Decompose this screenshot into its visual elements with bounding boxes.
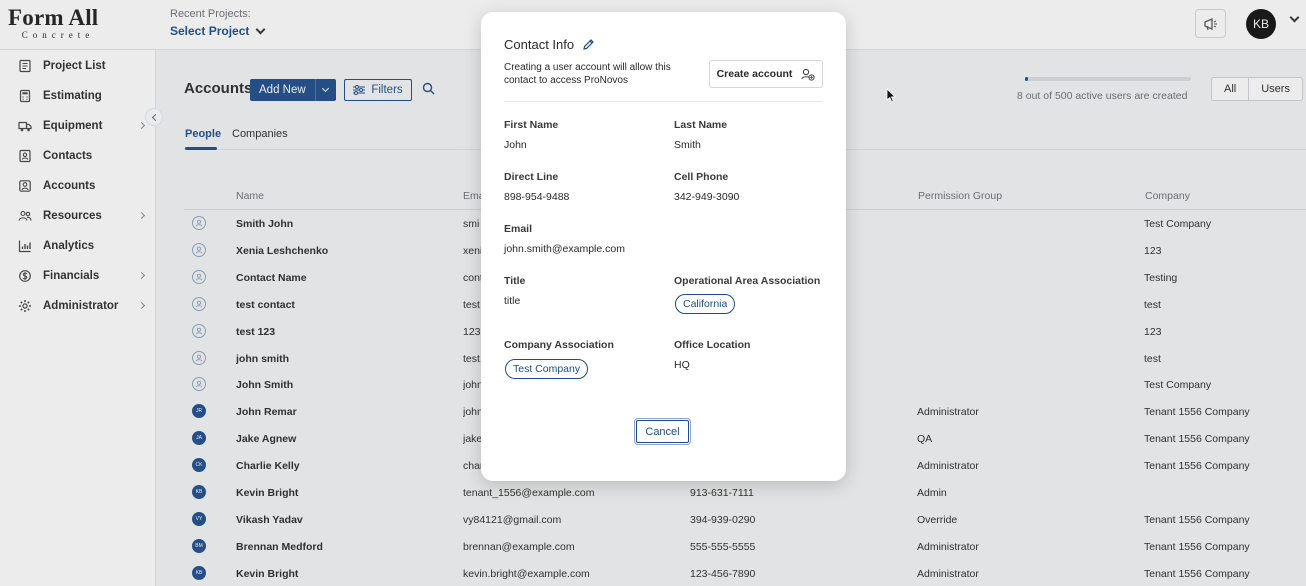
user-plus-icon (801, 68, 816, 81)
company-association-chip: Test Company (505, 359, 589, 379)
first-name-label: First Name (504, 119, 559, 131)
operational-area-label: Operational Area Association (674, 275, 821, 287)
title-value: title (504, 295, 521, 307)
email-label: Email (504, 223, 533, 235)
modal-divider (504, 101, 823, 102)
create-account-button[interactable]: Create account (709, 60, 823, 88)
create-account-label: Create account (716, 68, 793, 80)
sidebar-collapse-button[interactable] (145, 108, 163, 126)
modal-description: Creating a user account will allow this … (504, 62, 671, 86)
email-value: john.smith@example.com (504, 243, 625, 255)
office-location-label: Office Location (674, 339, 751, 351)
office-location-value: HQ (674, 359, 690, 371)
direct-line-value: 898-954-9488 (504, 191, 570, 203)
modal-title: Contact Info (504, 37, 595, 52)
cell-phone-label: Cell Phone (674, 171, 729, 183)
modal-title-text: Contact Info (504, 37, 575, 52)
title-label: Title (504, 275, 526, 287)
direct-line-label: Direct Line (504, 171, 559, 183)
mouse-cursor-icon (886, 88, 896, 103)
company-association-label: Company Association (504, 339, 614, 351)
contact-info-modal: Contact Info Creating a user account wil… (481, 12, 846, 481)
first-name-value: John (504, 139, 527, 151)
last-name-label: Last Name (674, 119, 728, 131)
chevron-left-icon (151, 113, 159, 121)
operational-area-chip: California (675, 294, 736, 314)
cell-phone-value: 342-949-3090 (674, 191, 740, 203)
cancel-button[interactable]: Cancel (636, 420, 689, 443)
last-name-value: Smith (674, 139, 701, 151)
pencil-edit-icon[interactable] (582, 38, 595, 51)
